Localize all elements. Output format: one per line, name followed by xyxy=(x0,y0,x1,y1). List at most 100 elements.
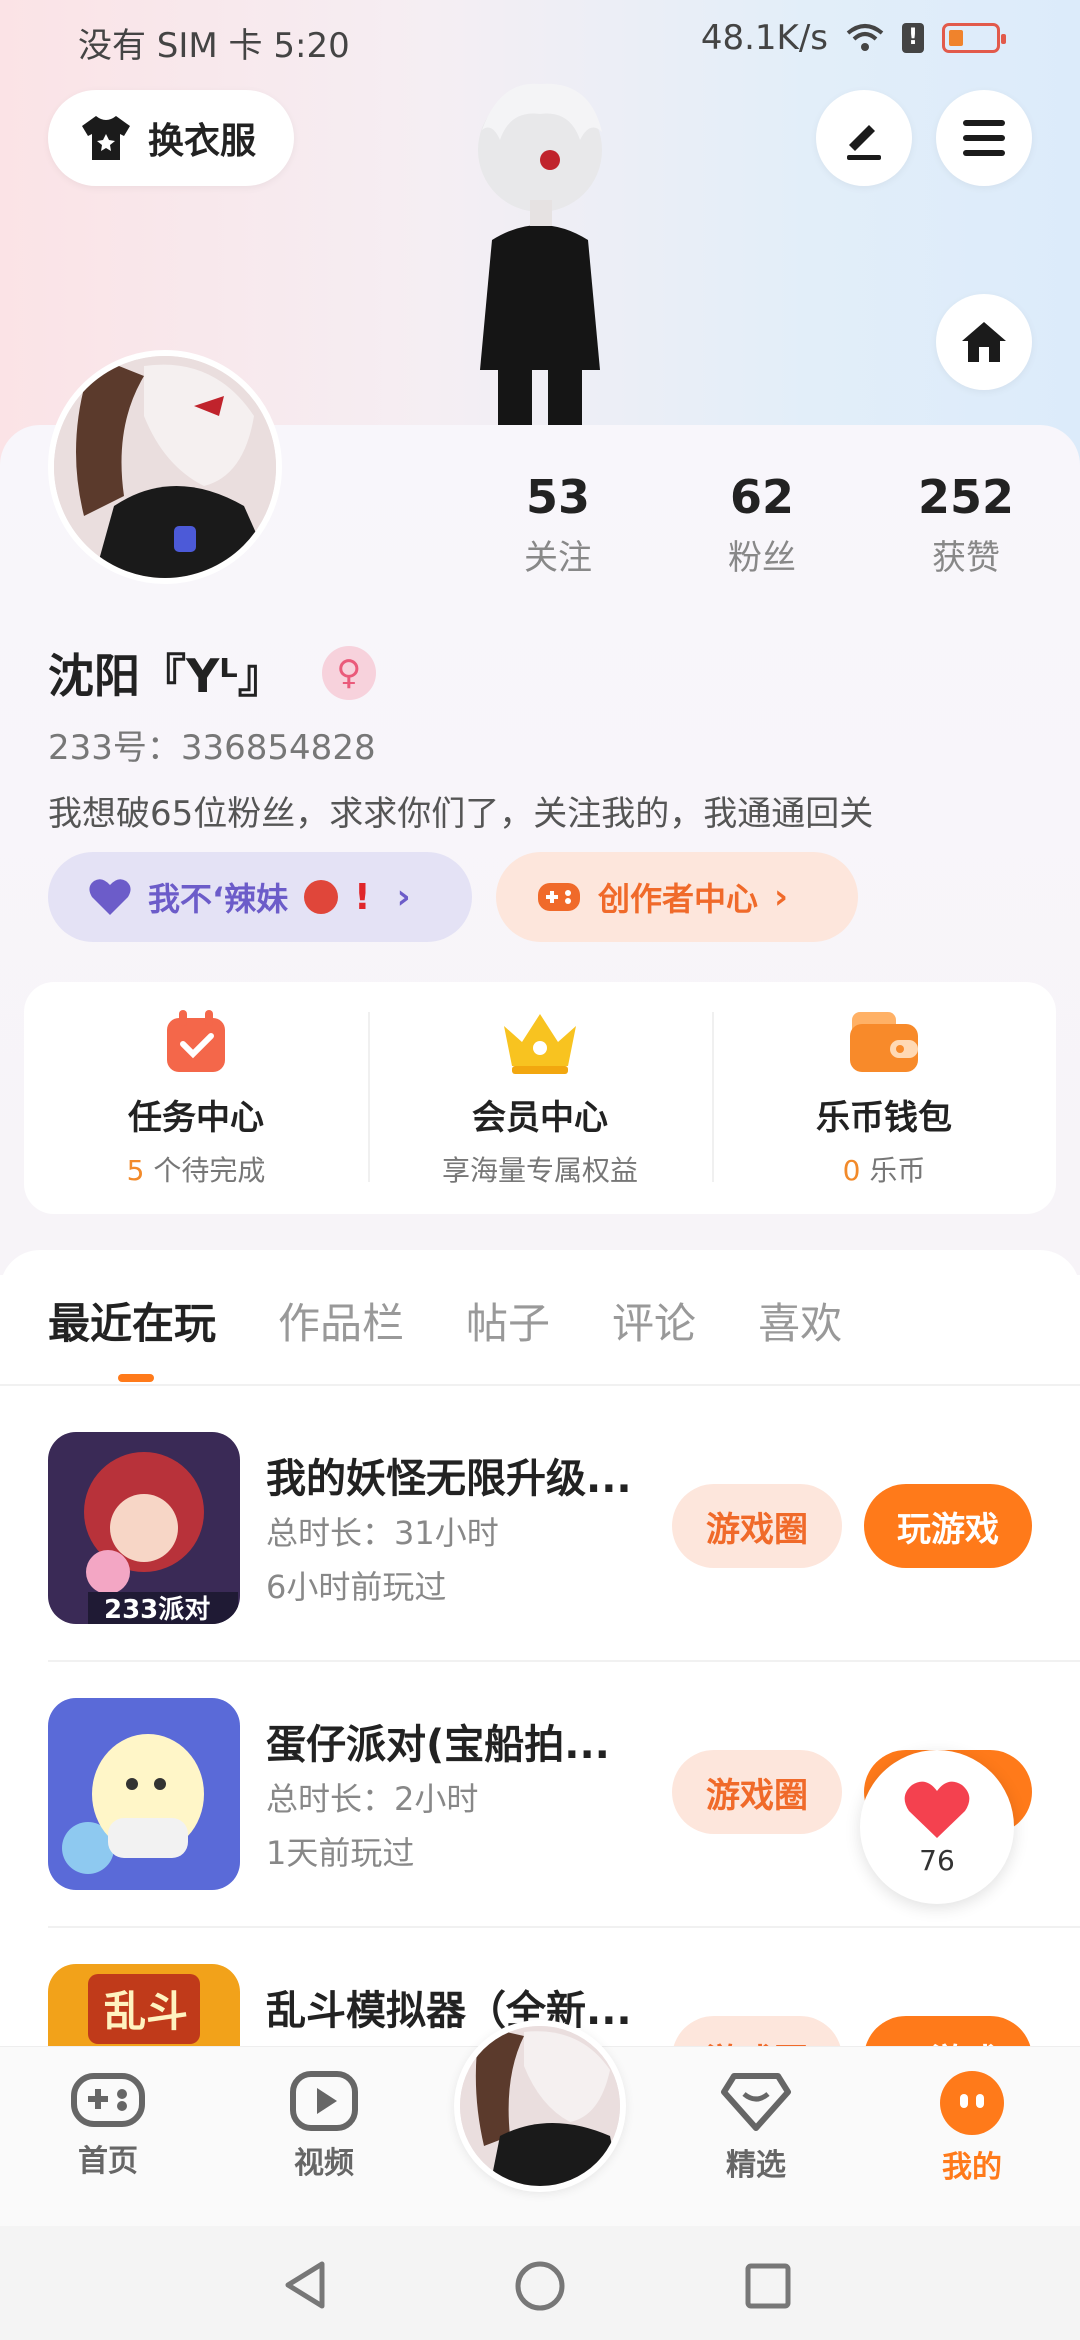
stat-likes[interactable]: 252 获赞 xyxy=(886,470,1046,579)
group-tag-button[interactable]: 我不‘辣妹 ! › xyxy=(48,852,472,942)
task-center[interactable]: 任务中心 5 个待完成 xyxy=(24,982,368,1214)
following-count: 53 xyxy=(525,470,590,524)
last-played: 6小时前玩过 xyxy=(266,1568,447,1606)
profile-tabs: 最近在玩 作品栏 帖子 评论 喜欢 xyxy=(48,1290,842,1382)
wifi-icon xyxy=(846,24,884,51)
status-bar: 没有 SIM 卡 5:20 48.1K/s ! xyxy=(0,14,1080,66)
play-game-button[interactable]: 玩游戏 xyxy=(864,2016,1032,2046)
gamepad-icon xyxy=(538,883,580,911)
tab-likes[interactable]: 喜欢 xyxy=(758,1290,842,1351)
nav-featured[interactable]: 精选 xyxy=(686,2070,826,2184)
followers-label: 粉丝 xyxy=(728,538,796,578)
chevron-right-icon: › xyxy=(396,877,411,917)
profile-face-icon xyxy=(940,2071,1004,2135)
home-circle-icon[interactable] xyxy=(514,2260,566,2312)
home-icon xyxy=(962,322,1006,362)
wallet[interactable]: 乐币钱包 0 乐币 xyxy=(712,982,1056,1214)
play-duration: 总时长：2小时 xyxy=(266,1780,479,1818)
tab-posts[interactable]: 帖子 xyxy=(466,1290,550,1351)
angry-emoji-icon xyxy=(304,880,339,914)
game-circle-button[interactable]: 游戏圈 xyxy=(672,2016,842,2046)
user-bio: 我想破65位粉丝，求求你们了，关注我的，我通通回关 xyxy=(48,794,874,834)
nav-featured-label: 精选 xyxy=(726,2148,786,2183)
edit-button[interactable] xyxy=(816,90,912,186)
game-title: 乱斗模拟器（全新... xyxy=(266,1988,632,2034)
change-outfit-button[interactable]: 换衣服 xyxy=(48,90,294,186)
group-tag-label: 我不‘辣妹 xyxy=(148,880,289,918)
system-navigation-bar xyxy=(0,2226,1080,2340)
last-played: 1天前玩过 xyxy=(266,1834,415,1872)
wallet-title: 乐币钱包 xyxy=(816,1098,952,1138)
clock: 5:20 xyxy=(273,26,350,66)
wallet-balance: 0 xyxy=(842,1154,861,1187)
creator-center-label: 创作者中心 xyxy=(598,880,759,918)
username: 沈阳『Yᴸ』 xyxy=(48,649,284,703)
likes-label: 获赞 xyxy=(932,538,1000,578)
list-item[interactable]: 233派对 我的妖怪无限升级... 总时长：31小时 6小时前玩过 游戏圈 玩游… xyxy=(48,1432,1032,1624)
center-avatar-button[interactable] xyxy=(454,2020,626,2192)
member-center-subtitle: 享海量专属权益 xyxy=(441,1154,638,1187)
profile-name-row: 沈阳『Yᴸ』 ♀ xyxy=(48,640,376,706)
play-duration: 总时长：31小时 xyxy=(266,1514,499,1552)
change-outfit-label: 换衣服 xyxy=(148,121,257,162)
game-circle-button[interactable]: 游戏圈 xyxy=(672,1750,842,1834)
tabs-divider xyxy=(0,1384,1080,1386)
following-label: 关注 xyxy=(524,538,592,578)
nav-video-label: 视频 xyxy=(294,2146,354,2181)
battery-icon xyxy=(942,23,1006,53)
diamond-heart-icon xyxy=(721,2073,791,2131)
svg-text:乱斗: 乱斗 xyxy=(104,1987,188,2036)
back-icon[interactable] xyxy=(282,2260,330,2310)
crown-icon xyxy=(504,1014,576,1074)
member-center[interactable]: 会员中心 享海量专属权益 xyxy=(368,982,712,1214)
home-button[interactable] xyxy=(936,294,1032,390)
wallet-subtitle: 乐币 xyxy=(860,1154,926,1187)
task-pending-count: 5 xyxy=(126,1154,145,1187)
female-gender-icon: ♀ xyxy=(321,646,376,700)
game-title: 我的妖怪无限升级... xyxy=(266,1456,632,1502)
exclamation-icon: ! xyxy=(354,876,371,918)
likes-count: 252 xyxy=(917,470,1015,524)
game-thumbnail[interactable]: 233派对 xyxy=(48,1432,240,1624)
play-icon xyxy=(290,2071,358,2131)
nav-home-label: 首页 xyxy=(78,2144,138,2179)
nav-me[interactable]: 我的 xyxy=(902,2070,1042,2186)
like-float-button[interactable]: 76 xyxy=(860,1750,1014,1904)
profile-avatar[interactable] xyxy=(48,350,282,584)
stat-following[interactable]: 53 关注 xyxy=(478,470,638,579)
game-thumbnail[interactable] xyxy=(48,1698,240,1890)
menu-button[interactable] xyxy=(936,90,1032,186)
heart-icon xyxy=(89,879,131,915)
chevron-right-icon: › xyxy=(774,877,789,917)
play-game-button[interactable]: 玩游戏 xyxy=(864,1484,1032,1568)
pencil-icon xyxy=(847,125,881,160)
alert-icon: ! xyxy=(902,23,924,53)
creator-center-button[interactable]: 创作者中心 › xyxy=(496,852,858,942)
game-circle-button[interactable]: 游戏圈 xyxy=(672,1484,842,1568)
recents-icon[interactable] xyxy=(744,2262,792,2310)
wallet-icon xyxy=(850,1012,918,1072)
avatar-character-figure xyxy=(478,83,602,430)
tab-works[interactable]: 作品栏 xyxy=(278,1290,404,1351)
calendar-check-icon xyxy=(167,1010,225,1072)
svg-text:233派对: 233派对 xyxy=(104,1595,210,1624)
tab-comments[interactable]: 评论 xyxy=(612,1290,696,1351)
tab-recently-played[interactable]: 最近在玩 xyxy=(48,1290,216,1382)
shirt-icon xyxy=(82,116,130,160)
menu-icon xyxy=(963,120,1005,156)
list-divider xyxy=(48,1660,1080,1662)
avatar-image xyxy=(460,2026,620,2186)
carrier-text: 没有 SIM 卡 xyxy=(78,26,263,66)
task-center-title: 任务中心 xyxy=(128,1098,264,1138)
task-center-subtitle: 个待完成 xyxy=(144,1154,266,1187)
game-thumbnail[interactable]: 乱斗 xyxy=(48,1964,240,2046)
list-divider xyxy=(48,1926,1080,1928)
nav-home[interactable]: 首页 xyxy=(38,2070,178,2180)
heart-icon xyxy=(904,1781,970,1838)
stat-followers[interactable]: 62 粉丝 xyxy=(682,470,842,579)
gamepad-icon xyxy=(71,2073,145,2127)
nav-video[interactable]: 视频 xyxy=(254,2070,394,2182)
avatar-image xyxy=(54,356,276,578)
game-title: 蛋仔派对(宝船拍... xyxy=(266,1722,610,1768)
member-center-title: 会员中心 xyxy=(472,1098,608,1138)
